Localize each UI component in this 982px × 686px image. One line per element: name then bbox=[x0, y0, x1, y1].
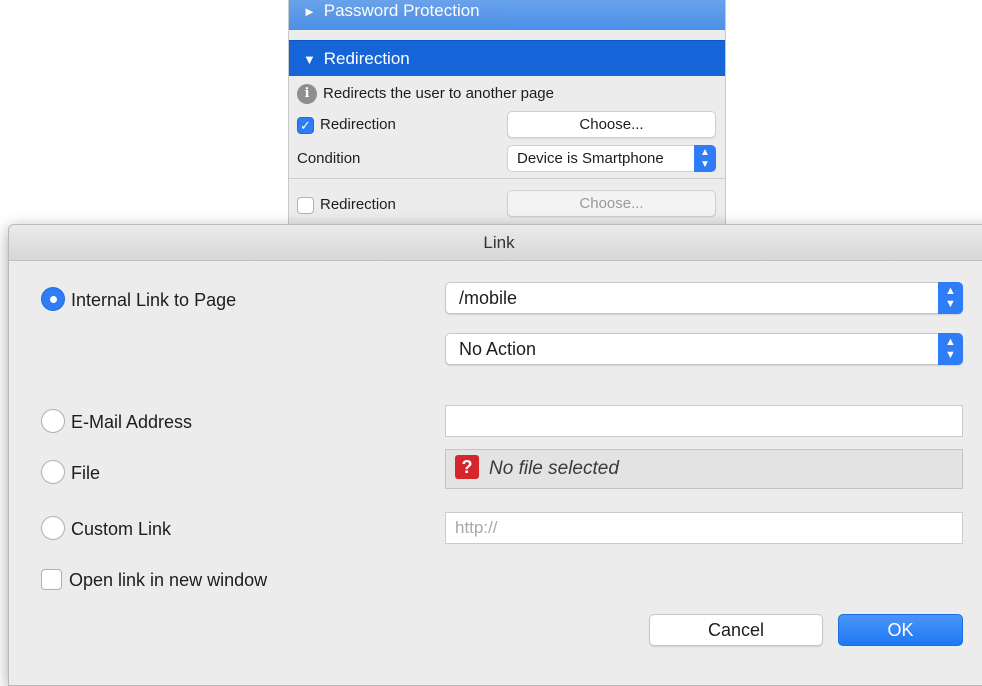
password-protection-header[interactable]: ► Password Protection bbox=[289, 0, 725, 30]
disclosure-down-icon: ▼ bbox=[303, 52, 316, 67]
info-icon: i bbox=[297, 84, 317, 105]
condition-select[interactable]: Device is Smartphone ▲ ▼ bbox=[507, 145, 716, 172]
link-dialog: Link Internal Link to Page /mobile ▲ ▼ No… bbox=[8, 224, 982, 686]
file-option[interactable]: File bbox=[41, 459, 100, 487]
condition-select-value: Device is Smartphone bbox=[517, 150, 664, 167]
select-stepper-icon: ▲ ▼ bbox=[694, 145, 716, 172]
email-option[interactable]: E-Mail Address bbox=[41, 408, 192, 436]
action-select[interactable]: No Action ▲ ▼ bbox=[445, 333, 963, 365]
redirection-checkbox-2[interactable] bbox=[297, 196, 314, 214]
info-row: i Redirects the user to another page bbox=[297, 82, 554, 106]
internal-link-radio[interactable] bbox=[41, 287, 65, 312]
custom-link-field[interactable] bbox=[445, 512, 963, 544]
password-protection-label: Password Protection bbox=[323, 1, 480, 20]
action-select-value: No Action bbox=[459, 339, 537, 359]
redirection-checkbox-row[interactable]: ✓ Redirection bbox=[297, 113, 396, 137]
condition-label: Condition bbox=[297, 150, 361, 167]
file-field[interactable]: ? No file selected bbox=[445, 449, 963, 489]
select-stepper-icon: ▲ ▼ bbox=[938, 282, 963, 314]
disclosure-right-icon: ► bbox=[303, 4, 316, 19]
custom-link-radio[interactable] bbox=[41, 516, 65, 541]
select-stepper-icon: ▲ ▼ bbox=[938, 333, 963, 365]
email-radio[interactable] bbox=[41, 409, 65, 434]
internal-link-label: Internal Link to Page bbox=[71, 290, 237, 310]
redirection-header[interactable]: ▼ Redirection bbox=[289, 40, 725, 76]
internal-link-option[interactable]: Internal Link to Page bbox=[41, 286, 236, 314]
email-field[interactable] bbox=[445, 405, 963, 437]
choose-redirect-button-2[interactable]: Choose... bbox=[507, 190, 716, 217]
file-label: File bbox=[71, 463, 101, 483]
missing-file-icon: ? bbox=[455, 454, 479, 479]
new-window-option[interactable]: Open link in new window bbox=[41, 566, 267, 594]
dialog-title: Link bbox=[9, 225, 982, 261]
cancel-button[interactable]: Cancel bbox=[649, 614, 823, 646]
new-window-checkbox[interactable] bbox=[41, 568, 62, 590]
email-label: E-Mail Address bbox=[71, 412, 193, 432]
file-radio[interactable] bbox=[41, 460, 65, 485]
redirection-header-label: Redirection bbox=[323, 49, 410, 68]
choose-redirect-button[interactable]: Choose... bbox=[507, 111, 716, 138]
redirection-checkbox[interactable]: ✓ bbox=[297, 116, 314, 134]
inspector-panel: ► Password Protection ▼ Redirection i Red… bbox=[288, 0, 726, 240]
custom-link-label: Custom Link bbox=[71, 519, 172, 539]
info-text: Redirects the user to another page bbox=[323, 85, 554, 102]
redirection-checkbox-label: Redirection bbox=[320, 116, 396, 133]
custom-link-option[interactable]: Custom Link bbox=[41, 515, 171, 543]
new-window-label: Open link in new window bbox=[69, 570, 268, 590]
redirection-checkbox-label-2: Redirection bbox=[320, 196, 396, 213]
file-status: No file selected bbox=[489, 458, 619, 479]
page-select[interactable]: /mobile ▲ ▼ bbox=[445, 282, 963, 314]
page-select-value: /mobile bbox=[459, 288, 518, 308]
panel-divider bbox=[289, 178, 725, 179]
redirection-checkbox-row-2[interactable]: Redirection bbox=[297, 193, 396, 217]
ok-button[interactable]: OK bbox=[838, 614, 963, 646]
